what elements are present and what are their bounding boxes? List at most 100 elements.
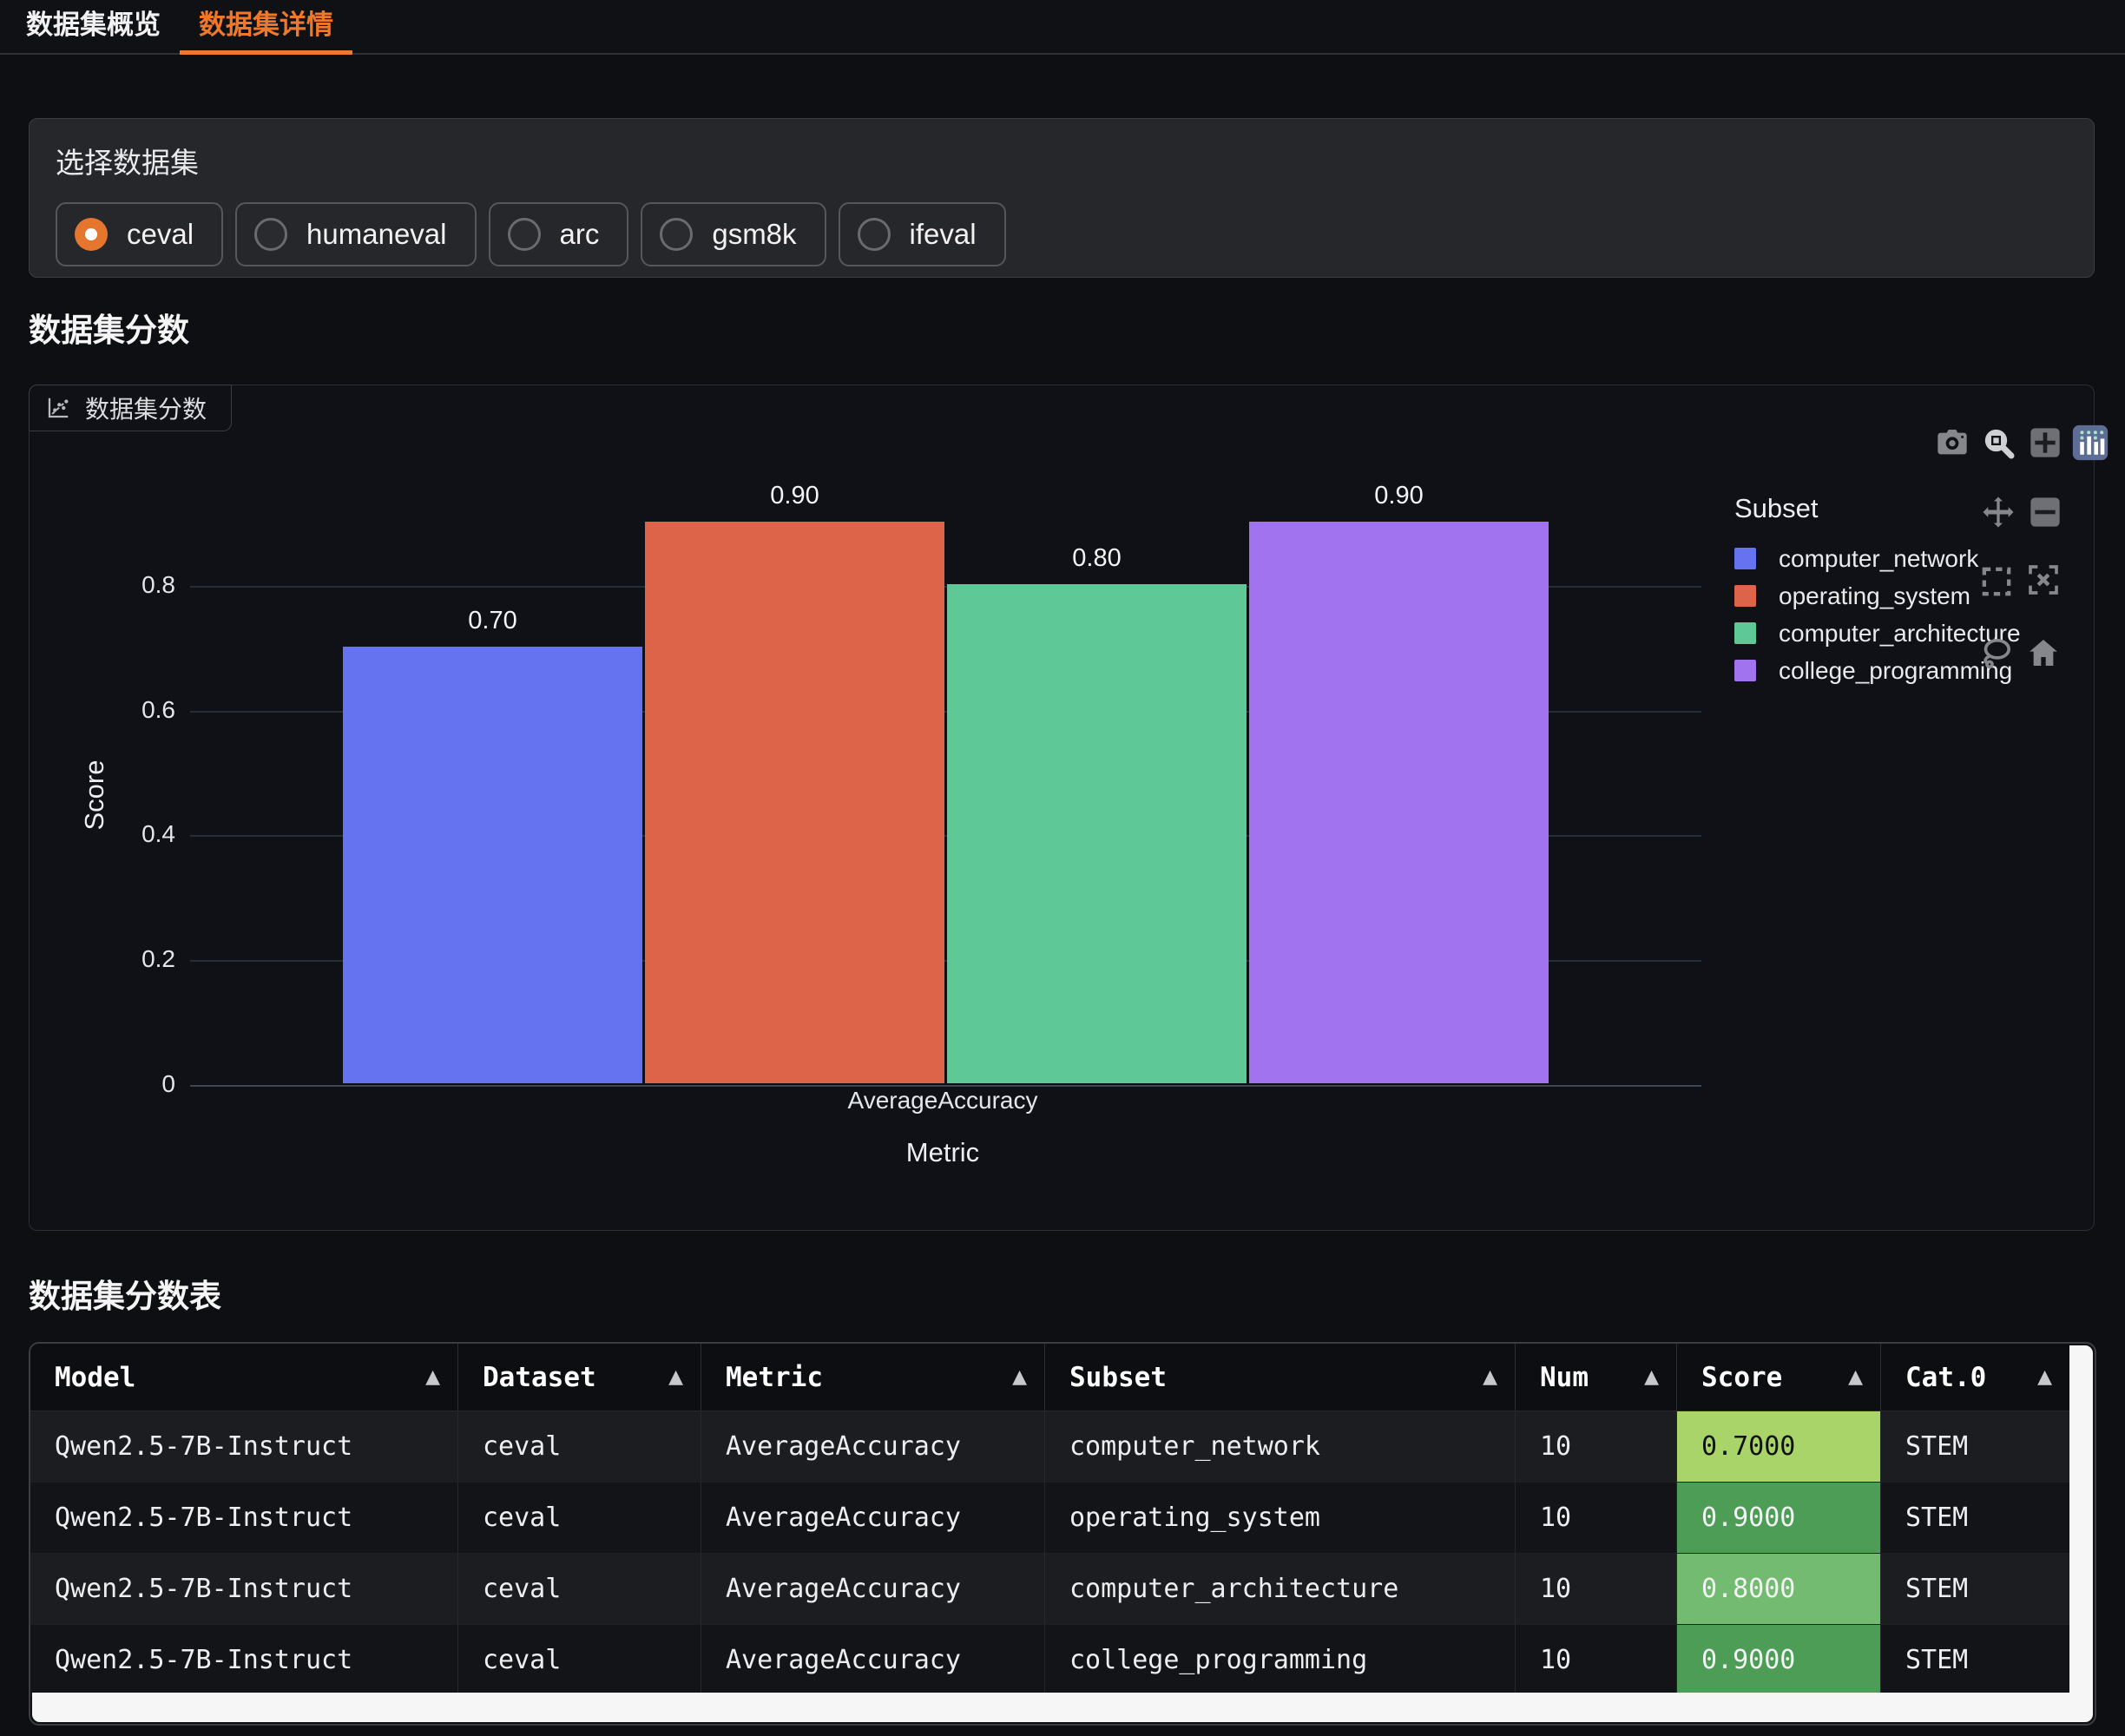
cell-num[interactable]: 10 xyxy=(1516,1411,1677,1482)
table-row: Qwen2.5-7B-Instruct ceval AverageAccurac… xyxy=(30,1411,2069,1483)
cell-score[interactable]: 0.7000 xyxy=(1677,1411,1881,1482)
chart-panel: 数据集分数 0 0.2 0.4 0.6 0.8 0.70 0.90 0.80 0… xyxy=(29,385,2095,1231)
tab-dataset-overview[interactable]: 数据集概览 xyxy=(7,0,180,55)
cell-cat0[interactable]: STEM xyxy=(1881,1554,2069,1624)
pan-icon[interactable] xyxy=(1981,495,2016,529)
sort-asc-icon: ▲ xyxy=(668,1366,683,1388)
cell-num[interactable]: 10 xyxy=(1516,1625,1677,1695)
radio-option-ifeval[interactable]: ifeval xyxy=(839,202,1006,266)
scores-table: Model ▲ Dataset ▲ Metric ▲ Subset ▲ Num ▲ Sco… xyxy=(29,1342,2096,1726)
column-header-score[interactable]: Score▲ xyxy=(1677,1344,1881,1410)
cell-metric[interactable]: AverageAccuracy xyxy=(701,1483,1045,1553)
y-axis-title: Score xyxy=(79,708,110,882)
tab-dataset-details[interactable]: 数据集详情 xyxy=(180,0,352,55)
column-header-subset[interactable]: Subset ▲ xyxy=(1045,1344,1516,1410)
legend-swatch xyxy=(1734,622,1756,644)
cell-score[interactable]: 0.9000 xyxy=(1677,1483,1881,1553)
cell-subset[interactable]: computer_architecture xyxy=(1045,1554,1516,1624)
bar-computer_architecture[interactable]: 0.80 xyxy=(947,584,1247,1083)
vertical-scrollbar[interactable] xyxy=(2069,1345,2093,1722)
column-header-model[interactable]: Model ▲ xyxy=(30,1344,458,1410)
sort-asc-icon: ▲ xyxy=(1848,1366,1863,1388)
column-header-num[interactable]: Num ▲ xyxy=(1516,1344,1677,1410)
y-tick-label: 0 xyxy=(30,1070,175,1098)
radio-option-arc[interactable]: arc xyxy=(489,202,629,266)
bar-value-label: 0.80 xyxy=(947,544,1247,573)
cell-model[interactable]: Qwen2.5-7B-Instruct xyxy=(30,1625,458,1695)
column-label: Subset xyxy=(1069,1362,1167,1393)
autoscale-icon[interactable] xyxy=(2026,562,2061,597)
cell-score[interactable]: 0.8000 xyxy=(1677,1554,1881,1624)
camera-icon[interactable] xyxy=(1935,425,1970,460)
table-row: Qwen2.5-7B-Instruct ceval AverageAccurac… xyxy=(30,1625,2069,1696)
bar-value-label: 0.90 xyxy=(1249,482,1549,510)
chart-section-title: 数据集分数 xyxy=(29,304,189,351)
dataset-selector-panel: 选择数据集 ceval humaneval arc gsm8k ifeval xyxy=(29,118,2095,278)
column-header-metric[interactable]: Metric ▲ xyxy=(701,1344,1045,1410)
cell-subset[interactable]: computer_network xyxy=(1045,1411,1516,1482)
legend-swatch xyxy=(1734,660,1756,681)
zoom-in-icon[interactable] xyxy=(2028,425,2062,460)
tab-bar: 数据集概览 数据集详情 xyxy=(0,0,2125,55)
cell-subset[interactable]: operating_system xyxy=(1045,1483,1516,1553)
column-label: Metric xyxy=(726,1362,823,1393)
y-tick-label: 0.8 xyxy=(30,571,175,599)
column-label: Model xyxy=(55,1362,135,1393)
cell-metric[interactable]: AverageAccuracy xyxy=(701,1411,1045,1482)
radio-option-gsm8k[interactable]: gsm8k xyxy=(641,202,826,266)
box-select-icon[interactable] xyxy=(1979,564,2014,599)
lasso-icon[interactable] xyxy=(1979,635,2014,670)
radio-option-label: arc xyxy=(560,218,600,251)
cell-model[interactable]: Qwen2.5-7B-Instruct xyxy=(30,1483,458,1553)
cell-metric[interactable]: AverageAccuracy xyxy=(701,1554,1045,1624)
cell-dataset[interactable]: ceval xyxy=(458,1625,701,1695)
cell-num[interactable]: 10 xyxy=(1516,1483,1677,1553)
cell-model[interactable]: Qwen2.5-7B-Instruct xyxy=(30,1554,458,1624)
radio-option-label: ceval xyxy=(127,218,194,251)
table-content: Model ▲ Dataset ▲ Metric ▲ Subset ▲ Num ▲ Sco… xyxy=(30,1344,2069,1693)
zoom-icon[interactable] xyxy=(1981,425,2016,460)
radio-option-ceval[interactable]: ceval xyxy=(56,202,223,266)
column-header-dataset[interactable]: Dataset ▲ xyxy=(458,1344,701,1410)
cell-cat0[interactable]: STEM xyxy=(1881,1411,2069,1482)
column-header-cat0[interactable]: Cat.0▲ xyxy=(1881,1344,2069,1410)
cell-dataset[interactable]: ceval xyxy=(458,1483,701,1553)
cell-cat0[interactable]: STEM xyxy=(1881,1483,2069,1553)
cell-score[interactable]: 0.9000 xyxy=(1677,1625,1881,1695)
legend-item-label: computer_network xyxy=(1779,545,1978,573)
plot-label-text: 数据集分数 xyxy=(85,391,207,425)
sort-asc-icon: ▲ xyxy=(1012,1366,1027,1388)
cell-subset[interactable]: college_programming xyxy=(1045,1625,1516,1695)
cell-dataset[interactable]: ceval xyxy=(458,1554,701,1624)
radio-option-humaneval[interactable]: humaneval xyxy=(235,202,476,266)
radio-unselected-icon xyxy=(508,218,541,251)
cell-metric[interactable]: AverageAccuracy xyxy=(701,1625,1045,1695)
dataset-selector-label: 选择数据集 xyxy=(56,140,2068,181)
legend-item-label: operating_system xyxy=(1779,582,1970,610)
horizontal-scrollbar[interactable] xyxy=(32,1693,2069,1722)
plotly-logo-icon[interactable] xyxy=(2071,424,2109,462)
bar-college_programming[interactable]: 0.90 xyxy=(1249,522,1549,1083)
plot-label-chip: 数据集分数 xyxy=(29,385,232,431)
scatter-chart-icon xyxy=(45,395,71,421)
column-label: Dataset xyxy=(483,1362,596,1393)
table-row: Qwen2.5-7B-Instruct ceval AverageAccurac… xyxy=(30,1483,2069,1554)
cell-model[interactable]: Qwen2.5-7B-Instruct xyxy=(30,1411,458,1482)
radio-unselected-icon xyxy=(660,218,693,251)
radio-group: ceval humaneval arc gsm8k ifeval xyxy=(56,202,2068,266)
cell-num[interactable]: 10 xyxy=(1516,1554,1677,1624)
sort-asc-icon: ▲ xyxy=(1644,1366,1659,1388)
sort-asc-icon: ▲ xyxy=(1483,1366,1497,1388)
table-row: Qwen2.5-7B-Instruct ceval AverageAccurac… xyxy=(30,1554,2069,1625)
cell-cat0[interactable]: STEM xyxy=(1881,1625,2069,1695)
bar-operating_system[interactable]: 0.90 xyxy=(645,522,944,1083)
column-label: Num xyxy=(1540,1362,1589,1393)
zoom-out-icon[interactable] xyxy=(2028,495,2062,529)
cell-dataset[interactable]: ceval xyxy=(458,1411,701,1482)
sort-asc-icon: ▲ xyxy=(425,1366,440,1388)
table-header-row: Model ▲ Dataset ▲ Metric ▲ Subset ▲ Num ▲ Sco… xyxy=(30,1344,2069,1411)
x-axis-title: Metric xyxy=(682,1137,1203,1168)
reset-home-icon[interactable] xyxy=(2026,635,2061,670)
radio-option-label: gsm8k xyxy=(712,218,796,251)
bar-computer_network[interactable]: 0.70 xyxy=(343,647,642,1083)
